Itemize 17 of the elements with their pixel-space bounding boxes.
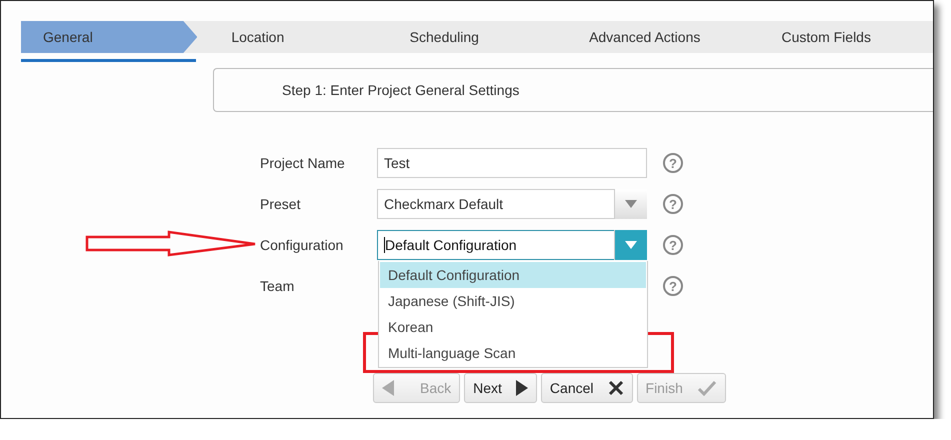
- checkmark-icon: [696, 380, 717, 396]
- dropdown-option[interactable]: Default Configuration: [380, 262, 646, 288]
- field-label: Team: [260, 278, 296, 294]
- field-label: Configuration: [260, 237, 344, 253]
- right-triangle-icon: [516, 380, 528, 396]
- left-triangle-icon: [382, 380, 394, 396]
- wizard-button[interactable]: Cancel: [540, 373, 633, 403]
- wizard-button[interactable]: Next: [464, 373, 537, 403]
- caret-icon: [625, 241, 637, 249]
- step-title: Step 1: Enter Project General Settings: [213, 68, 933, 112]
- caret-icon: [625, 200, 637, 208]
- wizard-tab[interactable]: General: [21, 21, 198, 53]
- field-label: Project Name: [260, 155, 346, 171]
- text-field[interactable]: Test: [377, 148, 647, 178]
- field-label: Preset: [260, 196, 302, 212]
- close-icon: [608, 380, 624, 396]
- select-field[interactable]: Checkmarx Default: [377, 189, 647, 219]
